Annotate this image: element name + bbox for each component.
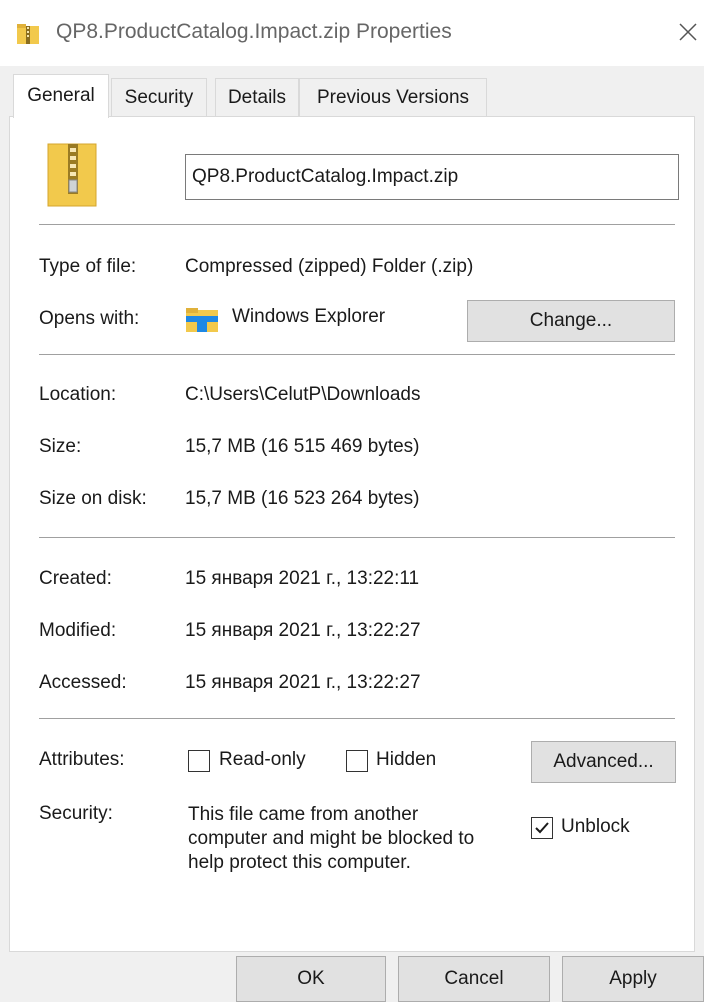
created-value: 15 января 2021 г., 13:22:11 — [185, 568, 420, 589]
unblock-checkbox[interactable] — [531, 817, 553, 839]
tab-previous-versions[interactable]: Previous Versions — [299, 78, 487, 116]
accessed-label: Accessed: — [39, 672, 127, 693]
file-name-input[interactable] — [185, 154, 679, 200]
security-message-line-3: help protect this computer. — [188, 852, 411, 873]
security-label: Security: — [39, 803, 113, 824]
cancel-button[interactable]: Cancel — [398, 956, 550, 1002]
size-value: 15,7 MB (16 515 469 bytes) — [185, 436, 420, 457]
attributes-label: Attributes: — [39, 749, 125, 770]
size-on-disk-value: 15,7 MB (16 523 264 bytes) — [185, 488, 420, 509]
tab-security[interactable]: Security — [111, 78, 207, 116]
ok-button[interactable]: OK — [236, 956, 386, 1002]
tab-details[interactable]: Details — [215, 78, 299, 116]
modified-label: Modified: — [39, 620, 117, 641]
separator — [39, 537, 675, 538]
opens-with-value: Windows Explorer — [232, 306, 386, 327]
type-label: Type of file: — [39, 256, 137, 277]
opens-with-label: Opens with: — [39, 308, 140, 329]
separator — [39, 354, 675, 355]
security-message-line-2: computer and might be blocked to — [188, 828, 475, 849]
location-value: C:\Users\CelutP\Downloads — [185, 384, 421, 405]
modified-value: 15 января 2021 г., 13:22:27 — [185, 620, 421, 641]
separator — [39, 718, 675, 719]
accessed-value: 15 января 2021 г., 13:22:27 — [185, 672, 421, 693]
unblock-label[interactable]: Unblock — [561, 816, 630, 838]
type-value: Compressed (zipped) Folder (.zip) — [185, 256, 474, 277]
security-message-line-1: This file came from another — [188, 804, 419, 825]
hidden-checkbox[interactable] — [346, 750, 368, 772]
window-title: QP8.ProductCatalog.Impact.zip Properties — [56, 20, 452, 43]
tab-general[interactable]: General — [13, 74, 109, 118]
size-on-disk-label: Size on disk: — [39, 488, 147, 509]
explorer-folder-icon — [185, 306, 219, 334]
apply-button[interactable]: Apply — [562, 956, 704, 1002]
size-label: Size: — [39, 436, 82, 457]
separator — [39, 224, 675, 225]
created-label: Created: — [39, 568, 112, 589]
change-button[interactable]: Change... — [467, 300, 675, 342]
close-icon[interactable] — [672, 16, 704, 48]
location-label: Location: — [39, 384, 117, 405]
read-only-label[interactable]: Read-only — [219, 749, 306, 771]
read-only-checkbox[interactable] — [188, 750, 210, 772]
zip-folder-icon — [16, 22, 40, 46]
checkmark-icon — [535, 822, 549, 834]
advanced-button[interactable]: Advanced... — [531, 741, 676, 783]
zip-folder-icon — [44, 142, 100, 208]
hidden-label[interactable]: Hidden — [376, 749, 436, 771]
